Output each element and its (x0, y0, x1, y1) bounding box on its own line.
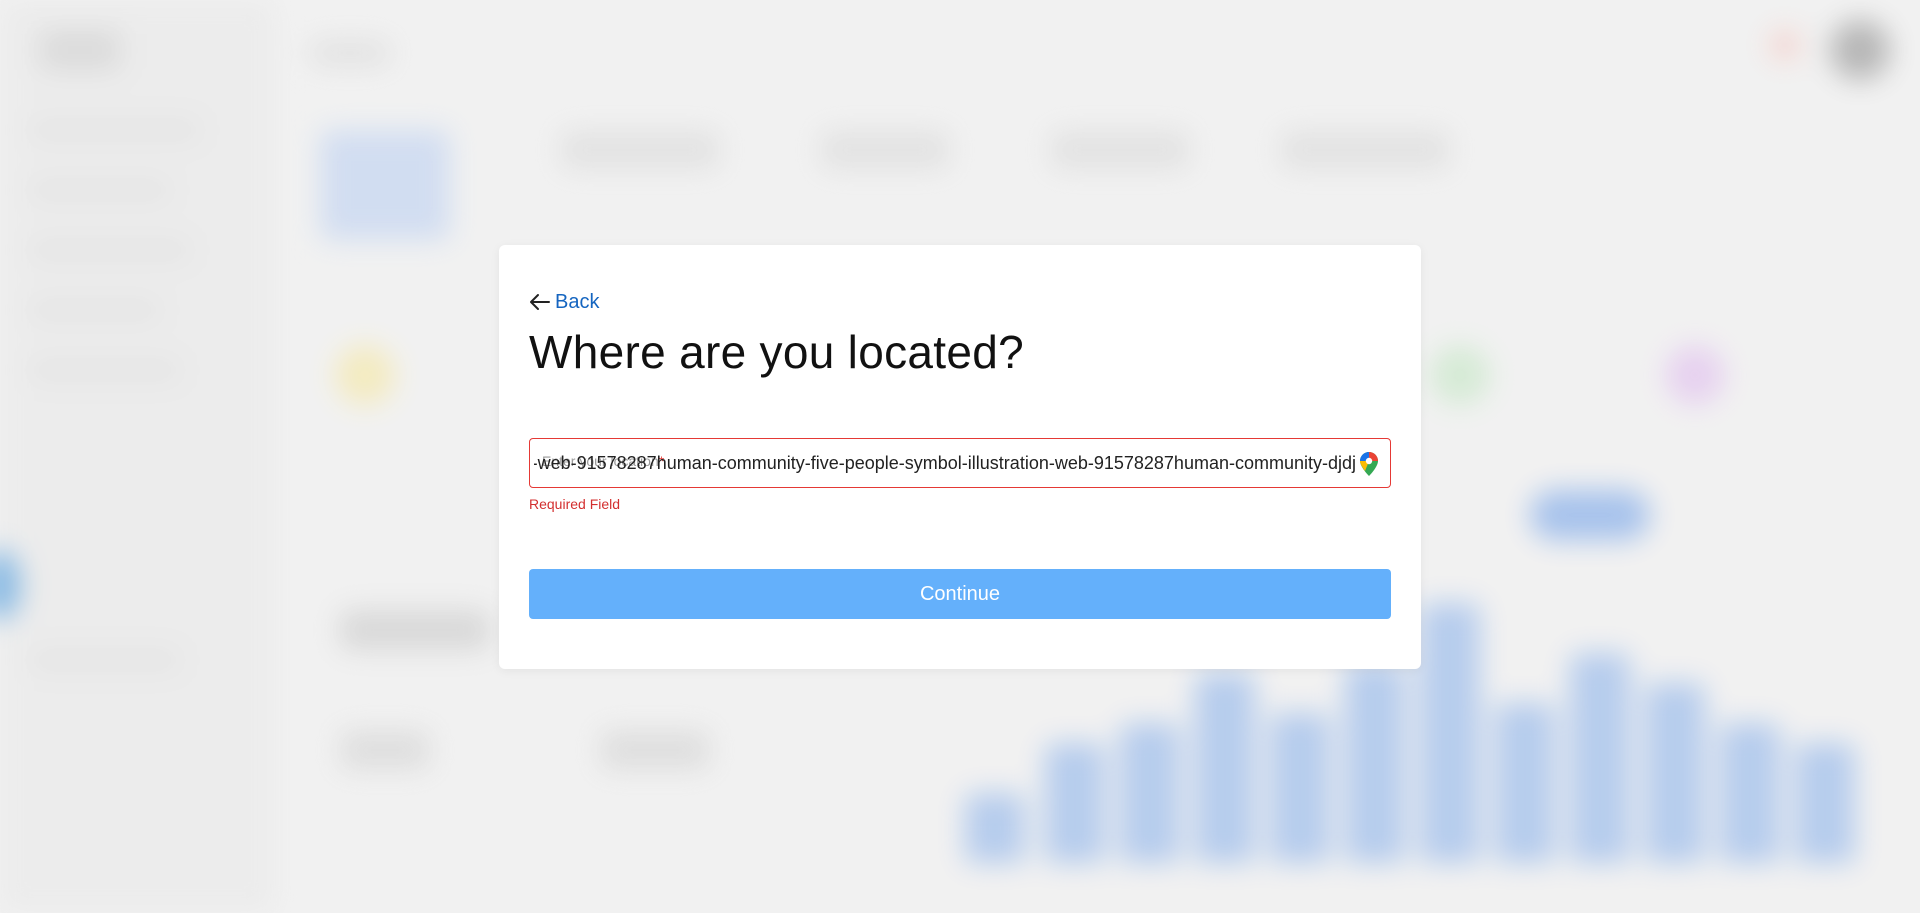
back-link[interactable]: Back (529, 289, 599, 315)
location-input[interactable] (530, 439, 1390, 487)
google-maps-pin-icon (1360, 452, 1378, 476)
arrow-left-icon (530, 294, 550, 310)
location-field[interactable]: Enter your location* (529, 438, 1391, 488)
continue-button[interactable]: Continue (529, 569, 1391, 619)
location-modal: Back Where are you located? Enter your l… (499, 245, 1421, 669)
back-label: Back (555, 290, 600, 313)
required-field-error: Required Field (529, 496, 621, 512)
page-title: Where are you located? (529, 326, 1024, 378)
